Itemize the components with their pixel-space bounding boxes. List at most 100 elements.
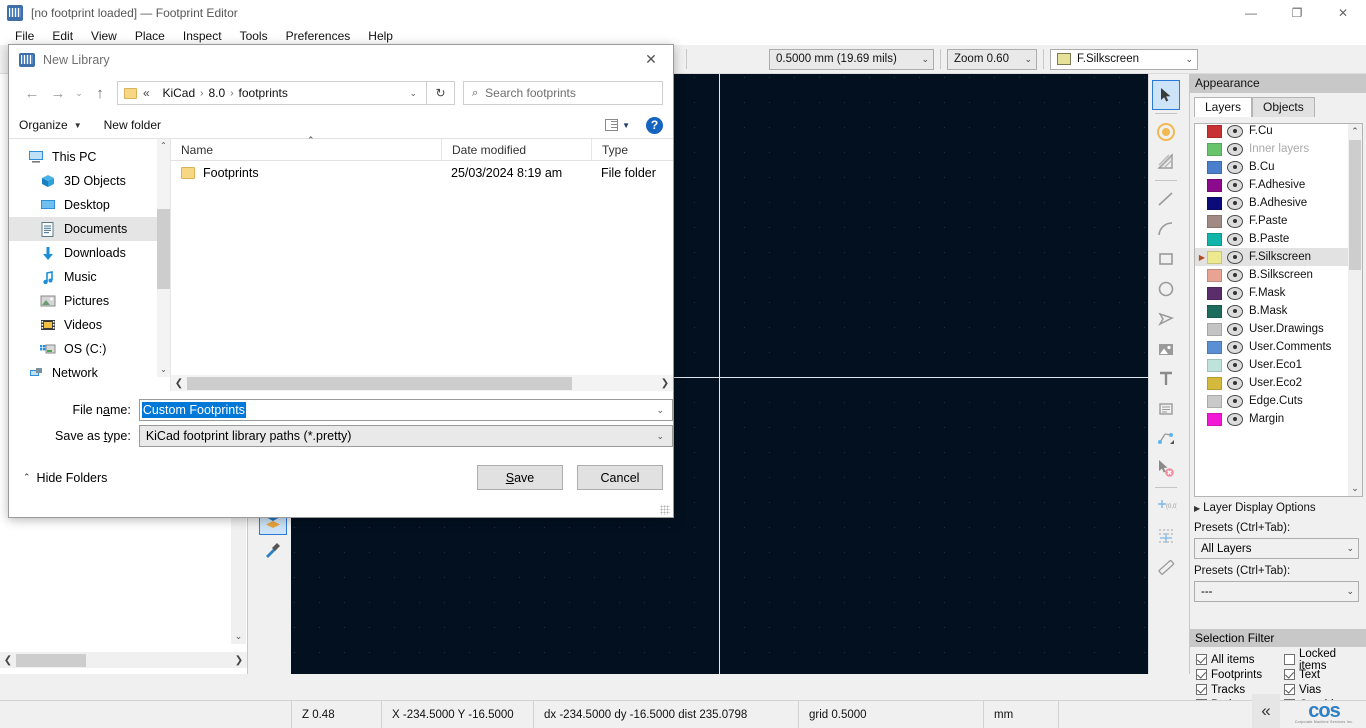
place-image-tool[interactable] [1152, 334, 1180, 364]
layer-color-swatch[interactable] [1207, 412, 1222, 426]
layer-row[interactable]: User.Comments [1195, 338, 1348, 356]
add-textbox-tool[interactable] [1152, 394, 1180, 424]
menu-help[interactable]: Help [359, 27, 402, 45]
add-pad-tool[interactable] [1152, 117, 1180, 147]
scroll-down-icon[interactable]: ⌄ [157, 363, 170, 377]
layer-color-swatch[interactable] [1207, 232, 1222, 246]
menu-view[interactable]: View [82, 27, 126, 45]
tools-wrench-tool[interactable] [259, 535, 287, 565]
presets-combo-2[interactable]: --- ⌄ [1194, 581, 1359, 602]
chevron-down-icon[interactable]: ⌄ [400, 88, 426, 99]
checkbox[interactable] [1196, 654, 1207, 665]
layer-color-swatch[interactable] [1207, 376, 1222, 390]
layer-color-swatch[interactable] [1207, 322, 1222, 336]
layer-row[interactable]: F.Adhesive [1195, 176, 1348, 194]
breadcrumb[interactable]: « KiCad › 8.0 › footprints ⌄ [117, 81, 427, 105]
layer-color-swatch[interactable] [1207, 268, 1222, 282]
refresh-icon[interactable]: ↻ [427, 81, 455, 105]
scroll-left-icon[interactable]: ❮ [0, 655, 16, 666]
eye-icon[interactable] [1227, 196, 1243, 210]
menu-edit[interactable]: Edit [43, 27, 82, 45]
places-item-videos[interactable]: Videos [9, 313, 170, 337]
draw-rectangle-tool[interactable] [1152, 244, 1180, 274]
eye-icon[interactable] [1227, 394, 1243, 408]
layer-color-swatch[interactable] [1207, 340, 1222, 354]
layer-row[interactable]: B.Adhesive [1195, 194, 1348, 212]
layers-scroll-thumb[interactable] [1349, 140, 1361, 270]
scroll-down-icon[interactable]: ⌄ [1348, 481, 1362, 496]
selection-filter-item[interactable]: Vias [1284, 682, 1366, 697]
up-button[interactable]: ↑ [87, 80, 113, 106]
layer-row[interactable]: User.Eco1 [1195, 356, 1348, 374]
delete-tool[interactable] [1152, 454, 1180, 484]
scroll-right-icon[interactable]: ❯ [657, 378, 673, 389]
set-origin-tool[interactable]: (0,0) [1152, 491, 1180, 521]
layer-color-swatch[interactable] [1207, 124, 1222, 138]
layer-row[interactable]: B.Silkscreen [1195, 266, 1348, 284]
forward-button[interactable]: → [45, 80, 71, 106]
layer-row[interactable]: B.Paste [1195, 230, 1348, 248]
resize-grip[interactable] [660, 505, 670, 515]
places-item-music[interactable]: Music [9, 265, 170, 289]
eye-icon[interactable] [1227, 232, 1243, 246]
eye-icon[interactable] [1227, 214, 1243, 228]
view-list-icon[interactable] [605, 119, 619, 131]
add-dimension-tool[interactable] [1152, 424, 1180, 454]
layer-row[interactable]: User.Eco2 [1195, 374, 1348, 392]
places-item-os-c[interactable]: OS (C:) [9, 337, 170, 361]
breadcrumb-part-2[interactable]: footprints [239, 86, 288, 100]
layer-row[interactable]: Edge.Cuts [1195, 392, 1348, 410]
help-icon[interactable]: ? [646, 116, 663, 134]
places-item-pictures[interactable]: Pictures [9, 289, 170, 313]
organize-button[interactable]: Organize ▼ [19, 118, 82, 132]
layer-row[interactable]: User.Drawings [1195, 320, 1348, 338]
recent-locations-button[interactable]: ⌄ [71, 80, 87, 106]
checkbox[interactable] [1196, 684, 1207, 695]
layer-row[interactable]: ▶ F.Silkscreen [1195, 248, 1348, 266]
scroll-up-icon[interactable]: ⌃ [1348, 124, 1362, 139]
layer-row[interactable]: F.Mask [1195, 284, 1348, 302]
back-button[interactable]: ← [19, 80, 45, 106]
draw-line-tool[interactable] [1152, 184, 1180, 214]
scroll-left-icon[interactable]: ❮ [171, 378, 187, 389]
layer-row[interactable]: F.Cu [1195, 124, 1348, 140]
cancel-button[interactable]: Cancel [577, 465, 663, 490]
eye-icon[interactable] [1227, 160, 1243, 174]
layer-color-swatch[interactable] [1207, 196, 1222, 210]
minimize-button[interactable]: — [1228, 0, 1274, 26]
breadcrumb-part-1[interactable]: 8.0 [209, 86, 226, 100]
places-item-desktop[interactable]: Desktop [9, 193, 170, 217]
measure-tool[interactable] [1152, 551, 1180, 581]
places-item-downloads[interactable]: Downloads [9, 241, 170, 265]
library-tree-hthumb[interactable] [16, 653, 86, 667]
sidebar-scrollbar[interactable]: ⌃ ⌄ [157, 139, 170, 377]
eye-icon[interactable] [1227, 412, 1243, 426]
draw-polygon-tool[interactable] [1152, 304, 1180, 334]
filename-input[interactable]: Custom Footprints ⌄ [138, 399, 673, 421]
checkbox[interactable] [1284, 684, 1295, 695]
library-tree-hscrollbar[interactable]: ❮ ❯ [0, 652, 247, 668]
chevron-down-icon[interactable]: ▼ [622, 121, 630, 130]
draw-circle-tool[interactable] [1152, 274, 1180, 304]
file-list-hthumb[interactable] [187, 376, 572, 390]
save-button[interactable]: Save [477, 465, 563, 490]
sidebar-scroll-thumb[interactable] [157, 209, 170, 289]
dialog-close-button[interactable]: ✕ [629, 45, 673, 74]
eye-icon[interactable] [1227, 340, 1243, 354]
checkbox[interactable] [1284, 654, 1295, 665]
places-item-network[interactable]: Network [9, 361, 170, 385]
menu-place[interactable]: Place [126, 27, 174, 45]
scroll-up-icon[interactable]: ⌃ [157, 139, 170, 153]
close-button[interactable]: ✕ [1320, 0, 1366, 26]
new-folder-button[interactable]: New folder [104, 118, 161, 132]
selection-filter-item[interactable]: Footprints [1196, 667, 1284, 682]
eye-icon[interactable] [1227, 268, 1243, 282]
file-list-hscrollbar[interactable]: ❮ ❯ [171, 375, 673, 391]
checkbox[interactable] [1284, 669, 1295, 680]
layers-list-scrollbar[interactable]: ⌃ ⌄ [1348, 124, 1362, 496]
layer-color-swatch[interactable] [1207, 394, 1222, 408]
layer-row[interactable]: F.Paste [1195, 212, 1348, 230]
eye-icon[interactable] [1227, 376, 1243, 390]
places-item-documents[interactable]: Documents [9, 217, 170, 241]
selection-filter-item[interactable]: Locked items [1284, 648, 1366, 672]
